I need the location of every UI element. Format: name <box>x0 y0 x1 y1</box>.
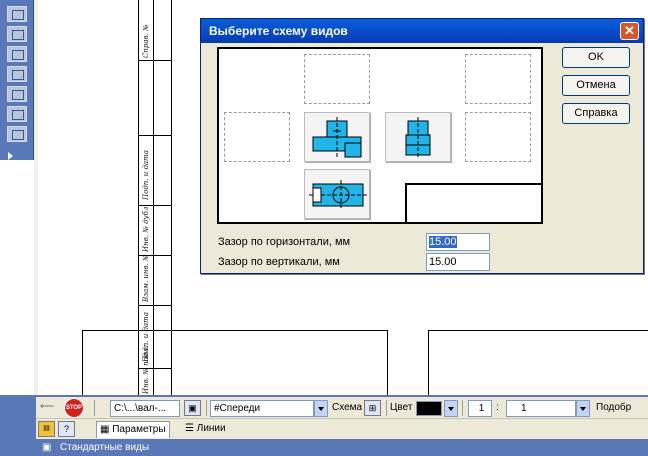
scale-separator: : <box>496 402 499 413</box>
separator <box>386 400 387 416</box>
help-icon[interactable]: ? <box>58 421 75 437</box>
left-view-icon <box>405 117 431 159</box>
vertical-gap-label: Зазор по вертикали, мм <box>218 256 340 268</box>
property-panel: ⟵ STOP C:\...\вал-... ▣ #Спереди Схема ⊞… <box>0 395 648 456</box>
tool-icon-6[interactable] <box>7 106 27 122</box>
tab-lines[interactable]: ☰ Линии <box>182 421 229 438</box>
stamp-text: Справ. № <box>142 24 150 58</box>
top-view-icon <box>309 180 367 210</box>
tool-icon-7[interactable] <box>7 126 27 142</box>
frame-line <box>82 330 83 395</box>
vertical-gap-input[interactable]: 15.00 <box>426 253 490 271</box>
frame-line <box>82 330 388 331</box>
frame-line <box>428 330 429 395</box>
color-swatch[interactable] <box>416 401 442 416</box>
scale-right-field[interactable]: 1 <box>506 400 576 417</box>
separator <box>94 400 95 416</box>
view-slot-bottom[interactable] <box>304 169 370 219</box>
stop-icon[interactable]: STOP <box>64 398 84 418</box>
tab-params-label: Параметры <box>112 424 166 435</box>
scheme-label: Схема <box>332 402 363 413</box>
help-button[interactable]: Справка <box>562 103 630 124</box>
tool-icon-1[interactable] <box>7 6 27 22</box>
view-scheme-dialog: Выберите схему видов ✕ OK Отмена Справка… <box>200 18 644 274</box>
title-block-placeholder <box>405 183 541 222</box>
scheme-icon[interactable]: ⊞ <box>364 400 381 416</box>
standard-views-title: Стандартные виды <box>60 442 150 453</box>
view-select[interactable]: #Спереди <box>210 400 314 417</box>
stamp-text: Подп. и дата <box>142 150 150 200</box>
tool-icon-2[interactable] <box>7 26 27 42</box>
view-slot-left[interactable] <box>385 112 451 162</box>
frame-line <box>428 330 648 331</box>
left-tool-panel <box>0 0 34 160</box>
cancel-button[interactable]: Отмена <box>562 75 630 96</box>
vertical-gap-value: 15.00 <box>429 256 457 268</box>
view-slot-right[interactable] <box>224 112 290 162</box>
expand-arrow-icon[interactable] <box>8 152 13 160</box>
view-slot-top[interactable] <box>304 54 370 104</box>
horizontal-gap-value: 15.00 <box>429 236 457 248</box>
dialog-titlebar[interactable]: Выберите схему видов ✕ <box>201 19 643 43</box>
separator <box>462 400 463 416</box>
tool-icon-4[interactable] <box>7 66 27 82</box>
stamp-text: Инв. № подл. <box>142 346 150 394</box>
view-scheme-panel <box>217 47 543 224</box>
table-icon: ▦ <box>100 424 110 435</box>
view-slot-rear[interactable] <box>465 112 531 162</box>
scale-left-field[interactable]: 1 <box>468 400 492 417</box>
standard-views-icon: ▣ <box>42 442 52 453</box>
tabs-row: ▤ ? ▦ Параметры ☰ Линии <box>36 419 648 439</box>
fit-label: Подобр <box>596 402 632 413</box>
lines-icon: ☰ <box>185 423 194 434</box>
view-slot-front[interactable] <box>304 112 370 162</box>
view-slot-top-right[interactable] <box>465 54 531 104</box>
stamp-text: Инв. № дубл. <box>142 204 150 252</box>
tab-lines-label: Линии <box>196 423 226 434</box>
tool-icon-3[interactable] <box>7 46 27 62</box>
frame-line <box>387 330 388 395</box>
frame-line <box>138 60 172 61</box>
front-view-icon <box>312 117 362 158</box>
frame-line <box>138 305 172 306</box>
tab-params[interactable]: ▦ Параметры <box>96 421 170 438</box>
stamp-text: Взам. инв. № <box>142 254 150 302</box>
back-arrow-icon[interactable]: ⟵ <box>40 401 54 412</box>
tool-icon-5[interactable] <box>7 86 27 102</box>
close-icon[interactable]: ✕ <box>620 22 639 40</box>
color-dropdown-icon[interactable] <box>444 400 458 417</box>
color-label: Цвет <box>390 402 413 413</box>
horizontal-gap-input[interactable]: 15.00 <box>426 233 490 251</box>
panel-icon[interactable]: ▤ <box>38 421 55 437</box>
frame-line <box>138 135 172 136</box>
command-title-bar: ▣ Стандартные виды <box>36 441 201 456</box>
horizontal-gap-label: Зазор по горизонтали, мм <box>218 236 351 248</box>
file-path-field[interactable]: C:\...\вал-... <box>110 400 180 417</box>
scale-dropdown-icon[interactable] <box>576 400 590 417</box>
folder-icon[interactable]: ▣ <box>184 400 201 416</box>
ok-button[interactable]: OK <box>562 47 630 68</box>
property-row: ⟵ STOP C:\...\вал-... ▣ #Спереди Схема ⊞… <box>36 397 648 419</box>
separator <box>206 400 207 416</box>
dialog-title: Выберите схему видов <box>209 24 348 38</box>
view-select-dropdown-icon[interactable] <box>314 400 328 417</box>
